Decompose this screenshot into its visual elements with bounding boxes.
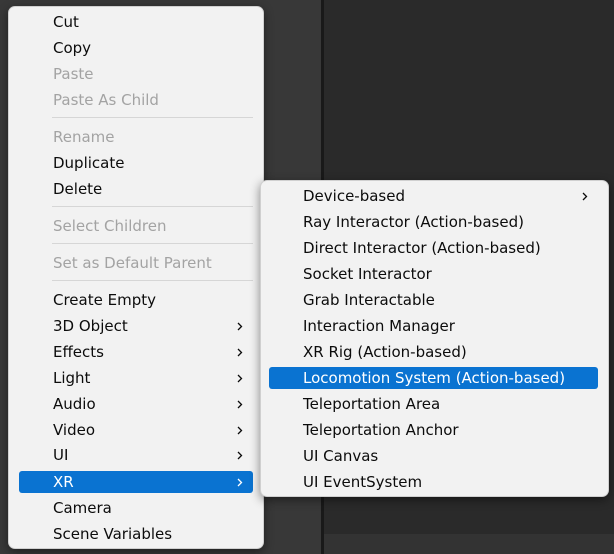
menu-item-label: Light bbox=[53, 369, 91, 387]
menu-separator bbox=[52, 206, 253, 207]
menu-item-label: UI EventSystem bbox=[303, 473, 423, 491]
menu-item-copy[interactable]: Copy bbox=[19, 37, 253, 59]
menu-item-label: UI Canvas bbox=[303, 447, 379, 465]
submenu-item-ui-eventsystem[interactable]: UI EventSystem bbox=[269, 471, 598, 493]
menu-item-label: Teleportation Area bbox=[303, 395, 441, 413]
menu-item-duplicate[interactable]: Duplicate bbox=[19, 152, 253, 174]
menu-item-audio[interactable]: Audio bbox=[19, 393, 253, 415]
menu-item-label: Interaction Manager bbox=[303, 317, 455, 335]
bottom-bar bbox=[324, 534, 614, 554]
menu-item-create-empty[interactable]: Create Empty bbox=[19, 289, 253, 311]
menu-item-label: Scene Variables bbox=[53, 525, 173, 543]
menu-item-label: 3D Object bbox=[53, 317, 128, 335]
menu-item-label: Select Children bbox=[53, 217, 167, 235]
menu-item-label: XR Rig (Action-based) bbox=[303, 343, 467, 361]
menu-item-label: Copy bbox=[53, 39, 92, 57]
menu-item-label: Camera bbox=[53, 499, 112, 517]
menu-item-cut[interactable]: Cut bbox=[19, 11, 253, 33]
menu-item-paste: Paste bbox=[19, 63, 253, 85]
menu-item-set-default-parent: Set as Default Parent bbox=[19, 252, 253, 274]
menu-item-delete[interactable]: Delete bbox=[19, 178, 253, 200]
chevron-right-icon bbox=[235, 419, 245, 441]
menu-item-label: Socket Interactor bbox=[303, 265, 432, 283]
chevron-right-icon bbox=[235, 393, 245, 415]
menu-item-3d-object[interactable]: 3D Object bbox=[19, 315, 253, 337]
menu-item-xr[interactable]: XR bbox=[19, 471, 253, 493]
menu-item-video[interactable]: Video bbox=[19, 419, 253, 441]
menu-item-light[interactable]: Light bbox=[19, 367, 253, 389]
submenu-item-xr-rig[interactable]: XR Rig (Action-based) bbox=[269, 341, 598, 363]
menu-item-label: Device-based bbox=[303, 187, 405, 205]
submenu-item-teleportation-anchor[interactable]: Teleportation Anchor bbox=[269, 419, 598, 441]
submenu-item-grab-interactable[interactable]: Grab Interactable bbox=[269, 289, 598, 311]
menu-item-ui[interactable]: UI bbox=[19, 444, 253, 466]
menu-item-label: Video bbox=[53, 421, 96, 439]
submenu-item-device-based[interactable]: Device-based bbox=[269, 185, 598, 207]
menu-item-paste-as-child: Paste As Child bbox=[19, 89, 253, 111]
menu-item-camera[interactable]: Camera bbox=[19, 497, 253, 519]
menu-item-label: Rename bbox=[53, 128, 115, 146]
menu-item-label: Ray Interactor (Action-based) bbox=[303, 213, 524, 231]
chevron-right-icon bbox=[235, 444, 245, 466]
menu-separator bbox=[52, 117, 253, 118]
menu-item-label: Set as Default Parent bbox=[53, 254, 212, 272]
menu-item-label: Paste As Child bbox=[53, 91, 159, 109]
submenu-item-socket-interactor[interactable]: Socket Interactor bbox=[269, 263, 598, 285]
chevron-right-icon bbox=[235, 367, 245, 389]
menu-item-label: UI bbox=[53, 446, 69, 464]
menu-item-scene-variables[interactable]: Scene Variables bbox=[19, 523, 253, 545]
chevron-right-icon bbox=[235, 471, 245, 493]
submenu-item-direct-interactor[interactable]: Direct Interactor (Action-based) bbox=[269, 237, 598, 259]
menu-item-label: Paste bbox=[53, 65, 94, 83]
menu-item-label: Grab Interactable bbox=[303, 291, 435, 309]
submenu-item-ui-canvas[interactable]: UI Canvas bbox=[269, 445, 598, 467]
menu-item-label: Locomotion System (Action-based) bbox=[303, 369, 566, 387]
chevron-right-icon bbox=[580, 185, 590, 207]
menu-item-label: Effects bbox=[53, 343, 104, 361]
hierarchy-context-menu: Cut Copy Paste Paste As Child Rename Dup… bbox=[8, 6, 264, 549]
menu-item-label: Delete bbox=[53, 180, 103, 198]
menu-item-label: Direct Interactor (Action-based) bbox=[303, 239, 541, 257]
menu-item-select-children: Select Children bbox=[19, 215, 253, 237]
submenu-item-interaction-manager[interactable]: Interaction Manager bbox=[269, 315, 598, 337]
menu-item-label: Teleportation Anchor bbox=[303, 421, 459, 439]
menu-item-rename: Rename bbox=[19, 126, 253, 148]
submenu-item-teleportation-area[interactable]: Teleportation Area bbox=[269, 393, 598, 415]
chevron-right-icon bbox=[235, 341, 245, 363]
menu-item-effects[interactable]: Effects bbox=[19, 341, 253, 363]
submenu-item-locomotion-system[interactable]: Locomotion System (Action-based) bbox=[269, 367, 598, 389]
menu-item-label: XR bbox=[53, 473, 74, 491]
menu-item-label: Audio bbox=[53, 395, 96, 413]
menu-item-label: Cut bbox=[53, 13, 79, 31]
chevron-right-icon bbox=[235, 315, 245, 337]
xr-submenu: Device-based Ray Interactor (Action-base… bbox=[260, 180, 609, 497]
menu-separator bbox=[52, 243, 253, 244]
submenu-item-ray-interactor[interactable]: Ray Interactor (Action-based) bbox=[269, 211, 598, 233]
menu-item-label: Create Empty bbox=[53, 291, 156, 309]
menu-separator bbox=[52, 280, 253, 281]
menu-item-label: Duplicate bbox=[53, 154, 125, 172]
